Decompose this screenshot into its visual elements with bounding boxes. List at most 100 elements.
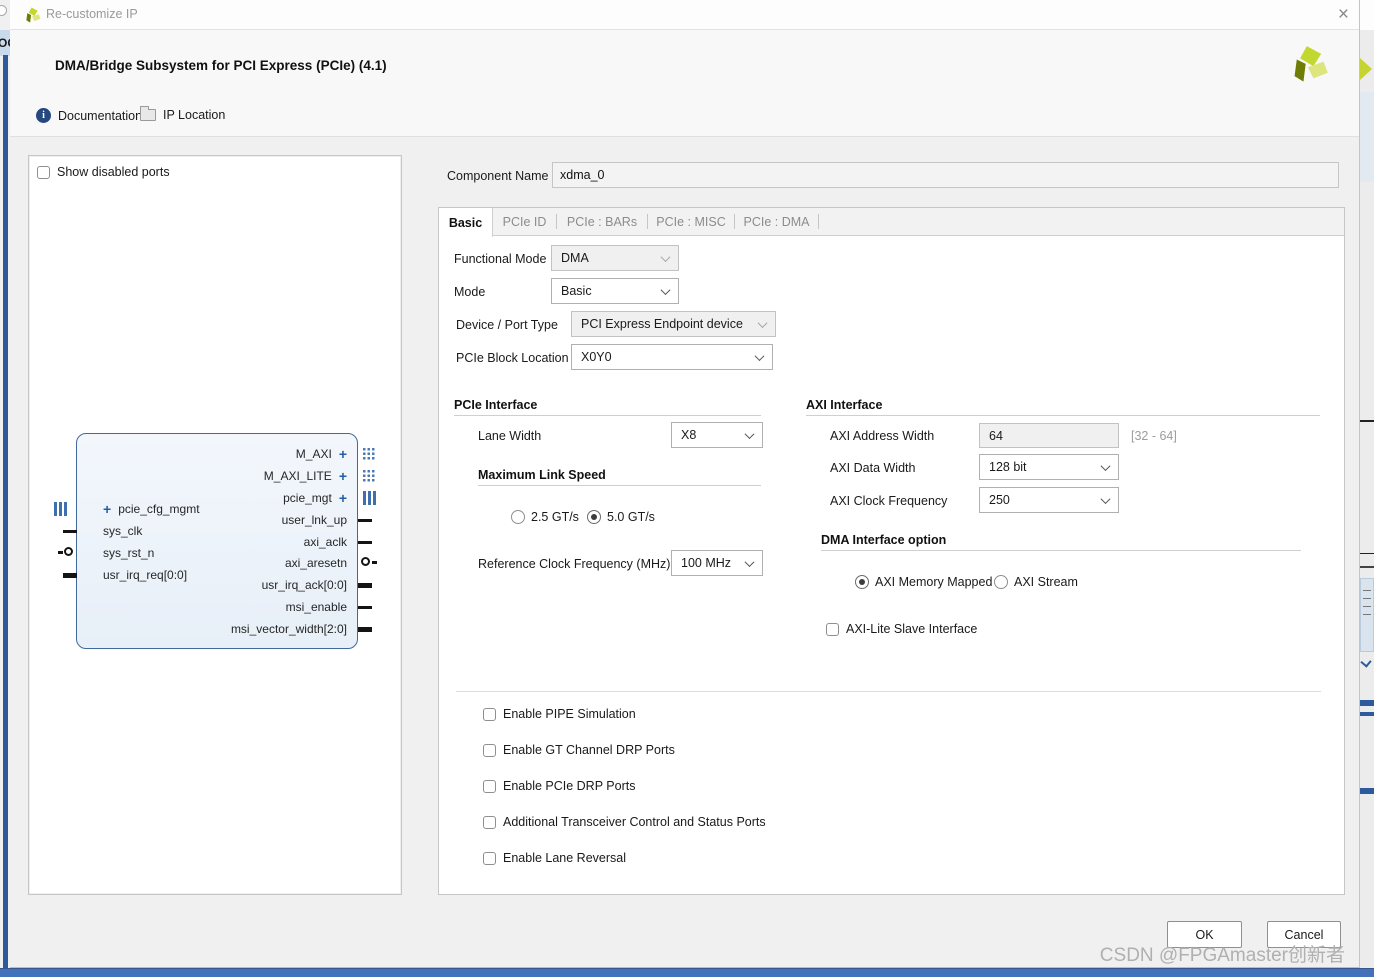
background-fragment: [1360, 712, 1374, 716]
section-rule: [454, 415, 761, 416]
cancel-button[interactable]: Cancel: [1267, 921, 1341, 948]
enable-pcie-drp-checkbox[interactable]: Enable PCIe DRP Ports: [483, 779, 635, 793]
background-fragment: [1360, 420, 1374, 422]
enable-gt-channel-drp-checkbox[interactable]: Enable GT Channel DRP Ports: [483, 743, 675, 757]
checkbox-icon[interactable]: [483, 779, 496, 793]
background-fragment: [1360, 656, 1372, 668]
close-icon[interactable]: ×: [1338, 2, 1349, 28]
mode-label: Mode: [454, 285, 486, 299]
port-label: pcie_cfg_mgmt: [118, 502, 200, 516]
port-row: M_AXI_LITE +: [264, 468, 347, 484]
ok-button[interactable]: OK: [1167, 921, 1242, 948]
checkbox-icon[interactable]: [483, 707, 496, 721]
functional-mode-select[interactable]: DMA: [551, 245, 679, 271]
pcie-interface-heading: PCIe Interface: [454, 398, 538, 412]
checkbox-icon[interactable]: [483, 815, 496, 829]
tab-pcie-dma[interactable]: PCIe : DMA: [735, 208, 818, 236]
section-rule: [478, 485, 761, 486]
mode-select[interactable]: Basic: [551, 278, 679, 304]
dialog-titlebar[interactable]: Re-customize IP ×: [10, 0, 1359, 30]
component-name-input[interactable]: xdma_0: [552, 162, 1339, 188]
axi-memory-mapped-radio[interactable]: AXI Memory Mapped: [855, 575, 992, 589]
lane-width-label: Lane Width: [478, 429, 542, 443]
port-row: sys_rst_n: [103, 545, 154, 561]
port-label: axi_aresetn: [284, 556, 347, 570]
axi-data-width-select[interactable]: 128 bit: [979, 454, 1119, 480]
port-label: usr_irq_req[0:0]: [103, 568, 188, 582]
tab-bar: Basic PCIe ID PCIe : BARs PCIe : MISC PC…: [439, 208, 1344, 237]
documentation-button[interactable]: i Documentation: [36, 108, 142, 123]
checkbox-icon[interactable]: [37, 165, 50, 179]
expand-plus-icon[interactable]: +: [339, 469, 347, 483]
functional-mode-label: Functional Mode: [454, 252, 547, 266]
tab-pcie-bars[interactable]: PCIe : BARs: [557, 208, 647, 236]
lane-width-value: X8: [681, 428, 697, 442]
background-fragment: [1360, 0, 1374, 30]
background-left-strip: OC: [0, 0, 16, 977]
link-speed-5-0-radio[interactable]: 5.0 GT/s: [587, 510, 655, 524]
pcie-block-location-label: PCIe Block Location: [456, 351, 569, 365]
checkbox-icon[interactable]: [483, 851, 496, 865]
additional-transceiver-ports-checkbox[interactable]: Additional Transceiver Control and Statu…: [483, 815, 766, 829]
axi-clock-frequency-label: AXI Clock Frequency: [830, 494, 948, 508]
axi-address-width-label: AXI Address Width: [830, 429, 935, 443]
axi-address-width-input[interactable]: 64: [979, 423, 1119, 448]
dialog-title: Re-customize IP: [46, 7, 138, 21]
port-row: user_lnk_up: [282, 512, 347, 528]
dialog-header: DMA/Bridge Subsystem for PCI Express (PC…: [10, 30, 1359, 137]
checkbox-icon[interactable]: [483, 743, 496, 757]
tab-pcie-id[interactable]: PCIe ID: [493, 208, 556, 236]
chevron-down-icon: [660, 284, 671, 295]
expand-plus-icon[interactable]: +: [339, 447, 347, 461]
ip-title: DMA/Bridge Subsystem for PCI Express (PC…: [55, 58, 387, 73]
radio-icon[interactable]: [511, 510, 525, 524]
axi-lite-slave-checkbox[interactable]: AXI-Lite Slave Interface: [826, 622, 977, 636]
port-row: sys_clk: [103, 523, 142, 539]
expand-plus-icon[interactable]: +: [339, 491, 347, 505]
enable-pipe-simulation-label: Enable PIPE Simulation: [503, 707, 636, 721]
component-name-label: Component Name: [447, 169, 549, 183]
chevron-down-icon: [744, 556, 755, 567]
background-fragment: [1360, 92, 1374, 182]
enable-pipe-simulation-checkbox[interactable]: Enable PIPE Simulation: [483, 707, 636, 721]
axi-clock-frequency-select[interactable]: 250: [979, 487, 1119, 513]
bus-pin-stub-icon: [63, 573, 77, 578]
pin-stub-icon: [58, 551, 63, 554]
device-port-type-select[interactable]: PCI Express Endpoint device: [571, 311, 776, 337]
enable-gt-channel-drp-label: Enable GT Channel DRP Ports: [503, 743, 675, 757]
ref-clock-value: 100 MHz: [681, 556, 732, 570]
link-speed-2-5-radio[interactable]: 2.5 GT/s: [511, 510, 579, 524]
checkbox-icon[interactable]: [826, 622, 839, 636]
ip-location-button[interactable]: IP Location: [140, 106, 225, 122]
axi-interface-heading: AXI Interface: [806, 398, 883, 412]
tab-pcie-misc[interactable]: PCIe : MISC: [648, 208, 734, 236]
radio-selected-icon[interactable]: [587, 510, 601, 524]
recustomize-ip-dialog: Re-customize IP × DMA/Bridge Subsystem f…: [10, 0, 1360, 968]
port-label: usr_irq_ack[0:0]: [261, 578, 347, 592]
axi-stream-radio[interactable]: AXI Stream: [994, 575, 1078, 589]
background-fragment: [1360, 553, 1374, 554]
port-label: user_lnk_up: [281, 513, 347, 527]
info-icon: i: [36, 108, 51, 123]
expand-plus-icon[interactable]: +: [103, 502, 111, 516]
axi-data-width-value: 128 bit: [989, 460, 1027, 474]
enable-lane-reversal-checkbox[interactable]: Enable Lane Reversal: [483, 851, 626, 865]
ref-clock-select[interactable]: 100 MHz: [671, 550, 763, 576]
background-fragment: [1360, 700, 1374, 706]
show-disabled-ports-checkbox[interactable]: Show disabled ports: [37, 165, 170, 179]
tab-separator: [818, 214, 819, 229]
port-row: axi_aresetn: [285, 555, 347, 571]
tab-basic[interactable]: Basic: [439, 208, 493, 237]
port-label: M_AXI_LITE: [263, 469, 332, 483]
pcie-block-location-select[interactable]: X0Y0: [571, 344, 773, 370]
block-diagram-panel: Show disabled ports + pcie_cfg_mgmt sys_…: [28, 155, 402, 895]
radio-icon[interactable]: [994, 575, 1008, 589]
bus-interface-icon: [363, 491, 376, 505]
port-label: pcie_mgt: [283, 491, 332, 505]
bus-interface-icon: [54, 502, 67, 516]
lane-width-select[interactable]: X8: [671, 422, 763, 448]
show-disabled-ports-label: Show disabled ports: [57, 165, 170, 179]
enable-lane-reversal-label: Enable Lane Reversal: [503, 851, 626, 865]
port-row: msi_vector_width[2:0]: [231, 621, 347, 637]
radio-selected-icon[interactable]: [855, 575, 869, 589]
